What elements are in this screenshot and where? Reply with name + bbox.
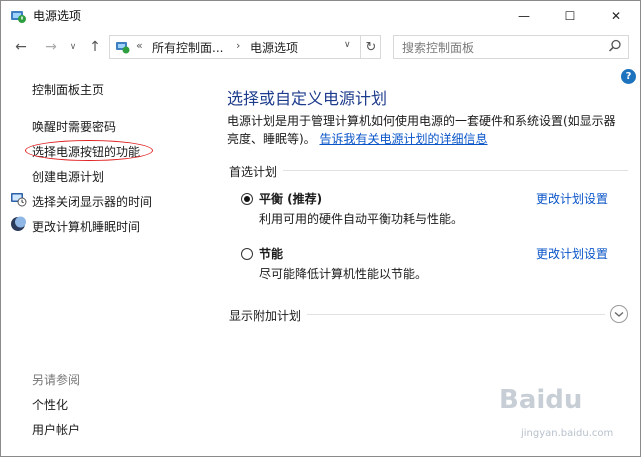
search-icon[interactable] [608, 39, 622, 53]
maximize-button[interactable]: ☐ [547, 1, 593, 31]
sidebar-change-sleep-time[interactable]: 更改计算机睡眠时间 [32, 218, 140, 235]
sidebar-require-password-on-wakeup[interactable]: 唤醒时需要密码 [32, 118, 116, 135]
search-input[interactable]: 搜索控制面板 [393, 35, 629, 59]
show-additional-plans-label[interactable]: 显示附加计划 [229, 307, 301, 324]
breadcrumb-power-options[interactable]: 电源选项 [250, 39, 298, 56]
preferred-plans-label: 首选计划 [229, 165, 278, 179]
sleep-moon-icon [11, 216, 26, 231]
power-options-app-icon [11, 11, 26, 23]
plan-name-power-saver[interactable]: 节能 [259, 245, 283, 262]
see-also-personalization[interactable]: 个性化 [32, 396, 68, 413]
baidu-watermark-url: jingyan.baidu.com [521, 428, 614, 439]
address-dropdown-icon[interactable]: ∨ [344, 40, 351, 50]
see-also-heading: 另请参阅 [32, 373, 81, 387]
preferred-plans-divider [283, 170, 628, 171]
plan-description: 电源计划是用于管理计算机如何使用电源的一套硬件和系统设置(如显示器亮度、睡眠等)… [227, 112, 617, 148]
breadcrumb-all-control-panel[interactable]: 所有控制面... [152, 39, 223, 56]
plan-name-balanced[interactable]: 平衡 (推荐) [259, 190, 322, 207]
display-monitor-icon [11, 193, 27, 207]
help-button[interactable]: ? [621, 69, 636, 84]
address-overflow-chevron[interactable]: « [136, 39, 143, 52]
close-button[interactable]: ✕ [593, 1, 639, 31]
additional-plans-divider [307, 314, 605, 315]
sidebar-create-power-plan[interactable]: 创建电源计划 [32, 168, 104, 185]
forward-button[interactable]: → [41, 38, 61, 56]
page-title: 选择或自定义电源计划 [227, 89, 388, 108]
refresh-button[interactable]: ↻ [360, 36, 381, 58]
expand-chevron-icon[interactable] [609, 304, 629, 324]
radio-balanced-plan[interactable] [241, 193, 253, 205]
plan-desc-balanced: 利用可用的硬件自动平衡功耗与性能。 [259, 212, 464, 226]
power-options-window: 电源选项 — ☐ ✕ ← → ∨ ↑ « 所有控制面... › 电源选项 ∨ ↻… [0, 0, 641, 457]
search-placeholder: 搜索控制面板 [402, 41, 475, 55]
change-plan-settings-power-saver-link[interactable]: 更改计划设置 [536, 245, 608, 262]
learn-more-power-plans-link[interactable]: 告诉我有关电源计划的详细信息 [320, 132, 488, 146]
title-bar: 电源选项 — ☐ ✕ [1, 1, 640, 31]
control-panel-icon [116, 42, 130, 54]
breadcrumb-separator-icon[interactable]: › [236, 39, 240, 52]
radio-power-saver-plan[interactable] [241, 248, 253, 260]
address-bar[interactable]: « 所有控制面... › 电源选项 ∨ ↻ [109, 35, 381, 59]
highlight-annotation-oval [25, 140, 153, 161]
see-also-user-accounts[interactable]: 用户帐户 [32, 421, 80, 438]
baidu-watermark-logo: Baidu [499, 385, 583, 415]
back-button[interactable]: ← [11, 38, 31, 56]
sidebar-choose-display-off-time[interactable]: 选择关闭显示器的时间 [32, 193, 152, 210]
minimize-button[interactable]: — [501, 1, 547, 31]
up-button[interactable]: ↑ [85, 38, 105, 56]
navigation-bar: ← → ∨ ↑ « 所有控制面... › 电源选项 ∨ ↻ 搜索控制面板 [1, 32, 640, 62]
recent-locations-dropdown[interactable]: ∨ [63, 38, 83, 56]
sidebar-control-panel-home[interactable]: 控制面板主页 [32, 81, 104, 98]
change-plan-settings-balanced-link[interactable]: 更改计划设置 [536, 190, 608, 207]
window-title: 电源选项 [33, 9, 82, 23]
plan-desc-power-saver: 尽可能降低计算机性能以节能。 [259, 267, 428, 281]
